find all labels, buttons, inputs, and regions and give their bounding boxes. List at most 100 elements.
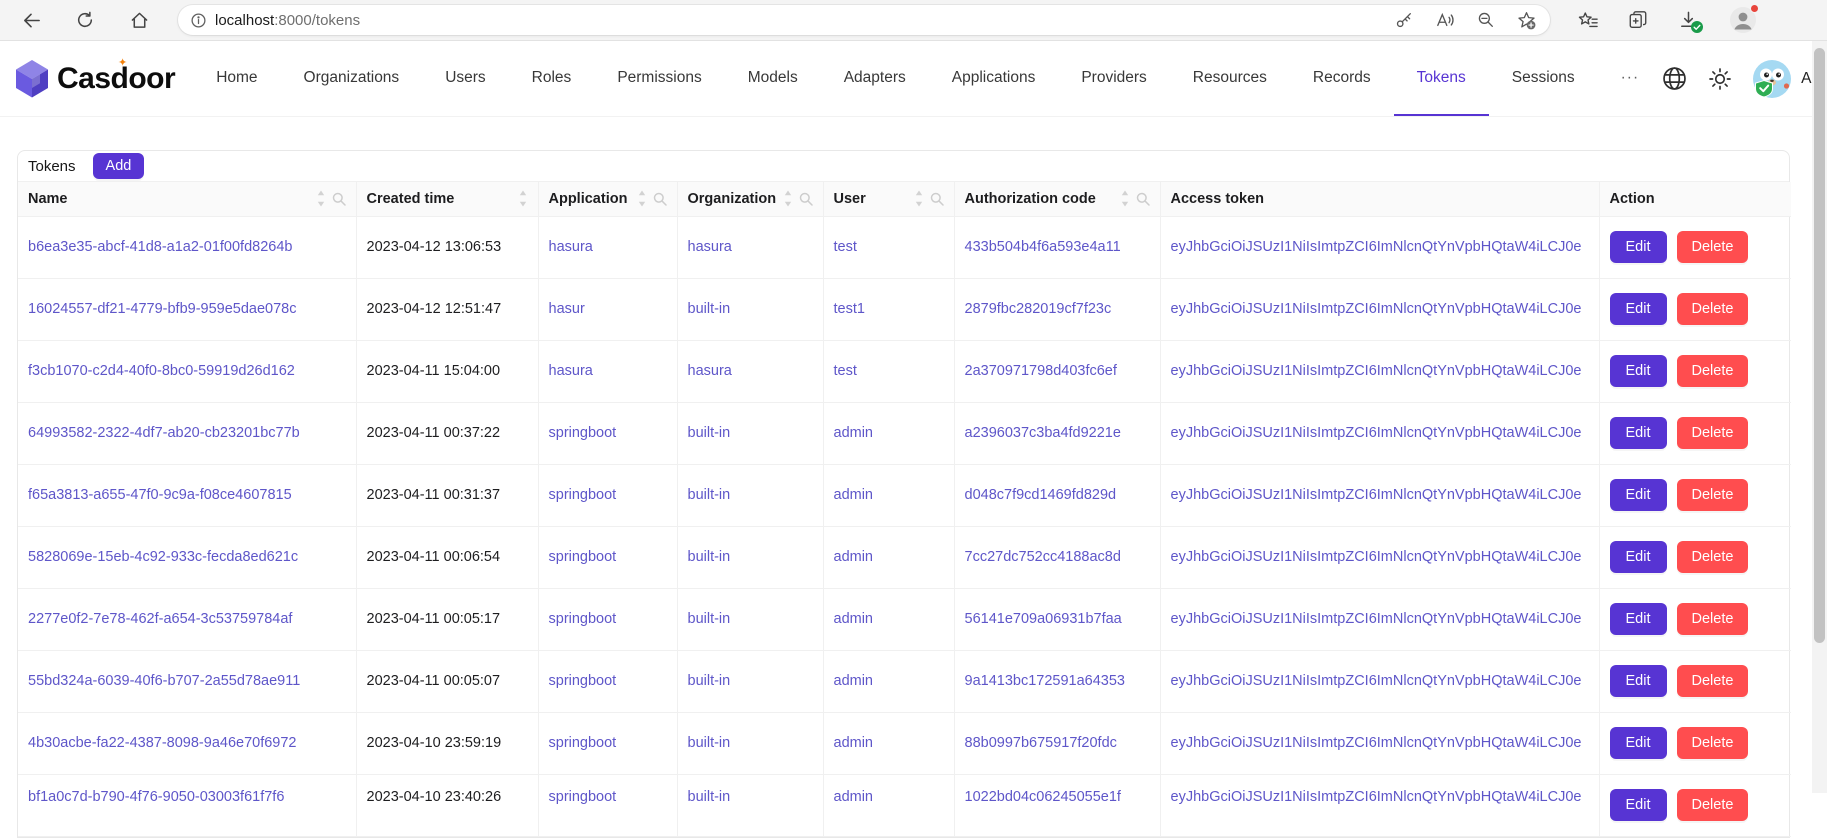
application-link[interactable]: springboot (549, 425, 617, 441)
user-link[interactable]: admin (834, 487, 874, 503)
organization-link[interactable]: built-in (688, 789, 731, 805)
browser-home-button[interactable] (122, 3, 156, 37)
application-link[interactable]: springboot (549, 487, 617, 503)
delete-button[interactable]: Delete (1677, 789, 1749, 821)
authorization_code-link[interactable]: 433b504b4f6a593e4a11 (965, 239, 1121, 255)
application-link[interactable]: springboot (549, 735, 617, 751)
name-link[interactable]: 16024557-df21-4779-bfb9-959e5dae078c (28, 301, 296, 317)
column-header-user[interactable]: User (823, 182, 954, 216)
browser-refresh-button[interactable] (68, 3, 102, 37)
password-key-icon[interactable] (1395, 11, 1413, 29)
user-link[interactable]: admin (834, 611, 874, 627)
edit-button[interactable]: Edit (1610, 355, 1667, 387)
authorization_code-link[interactable]: 9a1413bc172591a64353 (965, 673, 1125, 689)
application-link[interactable]: hasur (549, 301, 585, 317)
authorization_code-link[interactable]: 7cc27dc752cc4188ac8d (965, 549, 1121, 565)
user-link[interactable]: test1 (834, 301, 865, 317)
nav-item-models[interactable]: Models (725, 41, 821, 116)
user-link[interactable]: admin (834, 789, 874, 805)
access-token-link[interactable]: eyJhbGciOiJSUzI1NiIsImtpZCI6ImNlcnQtYnVp… (1171, 611, 1582, 627)
theme-toggle-button[interactable] (1708, 67, 1732, 91)
organization-link[interactable]: built-in (688, 549, 731, 565)
nav-item-providers[interactable]: Providers (1058, 41, 1169, 116)
organization-link[interactable]: hasura (688, 239, 732, 255)
name-link[interactable]: b6ea3e35-abcf-41d8-a1a2-01f00fd8264b (28, 239, 292, 255)
column-search-icon[interactable] (653, 192, 667, 206)
application-link[interactable]: springboot (549, 789, 617, 805)
column-header-authorization_code[interactable]: Authorization code (954, 182, 1160, 216)
access-token-link[interactable]: eyJhbGciOiJSUzI1NiIsImtpZCI6ImNlcnQtYnVp… (1171, 301, 1582, 317)
access-token-link[interactable]: eyJhbGciOiJSUzI1NiIsImtpZCI6ImNlcnQtYnVp… (1171, 735, 1582, 751)
organization-link[interactable]: built-in (688, 487, 731, 503)
sort-icon[interactable] (1120, 189, 1130, 208)
page-scrollbar[interactable] (1812, 41, 1827, 793)
user-link[interactable]: admin (834, 673, 874, 689)
nav-item-applications[interactable]: Applications (929, 41, 1059, 116)
delete-button[interactable]: Delete (1677, 355, 1749, 387)
edit-button[interactable]: Edit (1610, 293, 1667, 325)
name-link[interactable]: 5828069e-15eb-4c92-933c-fecda8ed621c (28, 549, 298, 565)
sort-icon[interactable] (316, 189, 326, 208)
downloads-button[interactable] (1678, 10, 1699, 30)
delete-button[interactable]: Delete (1677, 727, 1749, 759)
column-header-organization[interactable]: Organization (677, 182, 823, 216)
nav-item-resources[interactable]: Resources (1170, 41, 1290, 116)
sort-icon[interactable] (518, 189, 528, 208)
edit-button[interactable]: Edit (1610, 479, 1667, 511)
delete-button[interactable]: Delete (1677, 231, 1749, 263)
user-link[interactable]: admin (834, 425, 874, 441)
edit-button[interactable]: Edit (1610, 789, 1667, 821)
browser-address-bar[interactable]: localhost:8000/tokens (178, 5, 1550, 35)
organization-link[interactable]: built-in (688, 611, 731, 627)
zoom-out-icon[interactable] (1477, 11, 1495, 29)
collections-icon[interactable] (1628, 10, 1648, 30)
read-aloud-icon[interactable] (1435, 11, 1455, 29)
casdoor-logo[interactable]: Casdoor✦ (14, 41, 175, 116)
column-search-icon[interactable] (799, 192, 813, 206)
edit-button[interactable]: Edit (1610, 603, 1667, 635)
delete-button[interactable]: Delete (1677, 417, 1749, 449)
nav-item-permissions[interactable]: Permissions (594, 41, 724, 116)
authorization_code-link[interactable]: 1022bd04c06245055e1f (965, 789, 1121, 805)
application-link[interactable]: springboot (549, 673, 617, 689)
authorization_code-link[interactable]: 88b0997b675917f20fdc (965, 735, 1117, 751)
application-link[interactable]: hasura (549, 239, 593, 255)
name-link[interactable]: f3cb1070-c2d4-40f0-8bc0-59919d26d162 (28, 363, 295, 379)
sort-icon[interactable] (783, 189, 793, 208)
name-link[interactable]: 2277e0f2-7e78-462f-a654-3c53759784af (28, 611, 292, 627)
sort-icon[interactable] (914, 189, 924, 208)
add-token-button[interactable]: Add (93, 153, 145, 179)
application-link[interactable]: springboot (549, 611, 617, 627)
add-favorite-icon[interactable] (1517, 11, 1536, 30)
name-link[interactable]: 64993582-2322-4df7-ab20-cb23201bc77b (28, 425, 300, 441)
user-link[interactable]: test (834, 363, 857, 379)
authorization_code-link[interactable]: a2396037c3ba4fd9221e (965, 425, 1121, 441)
access-token-link[interactable]: eyJhbGciOiJSUzI1NiIsImtpZCI6ImNlcnQtYnVp… (1171, 549, 1582, 565)
nav-item-roles[interactable]: Roles (509, 41, 595, 116)
organization-link[interactable]: built-in (688, 425, 731, 441)
delete-button[interactable]: Delete (1677, 479, 1749, 511)
user-link[interactable]: test (834, 239, 857, 255)
nav-item-more[interactable]: ··· (1598, 41, 1663, 116)
name-link[interactable]: bf1a0c7d-b790-4f76-9050-03003f61f7f6 (28, 789, 284, 805)
nav-item-sessions[interactable]: Sessions (1489, 41, 1598, 116)
organization-link[interactable]: hasura (688, 363, 732, 379)
authorization_code-link[interactable]: d048c7f9cd1469fd829d (965, 487, 1117, 503)
user-link[interactable]: admin (834, 735, 874, 751)
access-token-link[interactable]: eyJhbGciOiJSUzI1NiIsImtpZCI6ImNlcnQtYnVp… (1171, 363, 1582, 379)
edit-button[interactable]: Edit (1610, 231, 1667, 263)
authorization_code-link[interactable]: 2a370971798d403fc6ef (965, 363, 1117, 379)
column-header-name[interactable]: Name (18, 182, 356, 216)
edit-button[interactable]: Edit (1610, 727, 1667, 759)
edit-button[interactable]: Edit (1610, 665, 1667, 697)
access-token-link[interactable]: eyJhbGciOiJSUzI1NiIsImtpZCI6ImNlcnQtYnVp… (1171, 425, 1582, 441)
browser-profile-button[interactable] (1729, 6, 1757, 34)
favorites-icon[interactable] (1578, 11, 1598, 30)
authorization_code-link[interactable]: 56141e709a06931b7faa (965, 611, 1122, 627)
nav-item-records[interactable]: Records (1290, 41, 1394, 116)
delete-button[interactable]: Delete (1677, 293, 1749, 325)
access-token-link[interactable]: eyJhbGciOiJSUzI1NiIsImtpZCI6ImNlcnQtYnVp… (1171, 673, 1582, 689)
organization-link[interactable]: built-in (688, 673, 731, 689)
scrollbar-thumb[interactable] (1814, 48, 1825, 643)
organization-link[interactable]: built-in (688, 301, 731, 317)
